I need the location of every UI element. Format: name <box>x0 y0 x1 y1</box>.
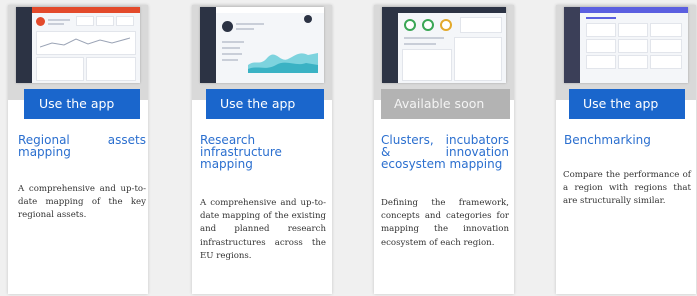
card-title: Clusters, incubators & innovation ecosys… <box>381 133 509 171</box>
app-screenshot-thumbnail <box>192 5 332 100</box>
available-soon-button: Available soon <box>381 89 510 119</box>
use-the-app-button[interactable]: Use the app <box>206 89 324 119</box>
card-description: Defining the framework, concepts and cat… <box>381 198 509 248</box>
card-description: A comprehensive and up-to-date mapping o… <box>18 184 146 221</box>
card-clusters-incubators: Available soon Clusters, incubators & in… <box>374 5 514 294</box>
card-title: Research infrastructure mapping <box>200 133 282 171</box>
app-cards: Use the app Regional assets mapping A co… <box>0 0 697 296</box>
card-description: Compare the performance of a region with… <box>563 170 691 207</box>
card-regional-assets: Use the app Regional assets mapping A co… <box>8 5 148 294</box>
app-screenshot-thumbnail <box>556 5 696 100</box>
use-the-app-button[interactable]: Use the app <box>569 89 685 119</box>
card-title: Benchmarking <box>564 133 651 147</box>
use-the-app-button[interactable]: Use the app <box>24 89 140 119</box>
app-screenshot-thumbnail <box>374 5 514 100</box>
card-title: Regional assets mapping <box>18 133 146 159</box>
card-benchmarking: Use the app Benchmarking Compare the per… <box>556 5 696 294</box>
card-description: A comprehensive and up-to-date mapping o… <box>200 198 326 261</box>
app-screenshot-thumbnail <box>8 5 148 100</box>
card-research-infrastructure: Use the app Research infrastructure mapp… <box>192 5 332 294</box>
